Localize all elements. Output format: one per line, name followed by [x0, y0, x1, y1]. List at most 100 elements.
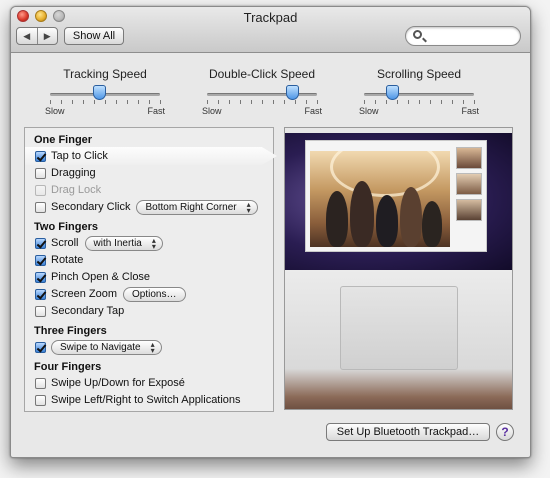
rotate-option[interactable]: Rotate — [35, 252, 83, 268]
expose-label: Swipe Up/Down for Exposé — [51, 377, 185, 389]
back-forward-control: ◀ ▶ — [16, 27, 58, 45]
expose-option[interactable]: Swipe Up/Down for Exposé — [35, 375, 185, 391]
trackpad-surface — [340, 286, 458, 370]
forward-arrow-icon[interactable]: ▶ — [36, 28, 58, 44]
show-all-button[interactable]: Show All — [64, 27, 124, 45]
search-field[interactable] — [405, 26, 521, 46]
secondary-click-checkbox[interactable] — [35, 201, 46, 213]
slider-tick — [218, 100, 219, 104]
gesture-preview-video — [284, 127, 513, 410]
slider-knob[interactable] — [286, 85, 300, 100]
slider-knob[interactable] — [386, 85, 400, 100]
slider-knob[interactable] — [93, 85, 106, 100]
screen-zoom-option[interactable]: Screen Zoom Options… — [35, 286, 186, 302]
secondary-click-popup[interactable]: Bottom Right Corner ▴ ▾ — [136, 199, 258, 215]
slider-track[interactable] — [207, 93, 317, 96]
tracking-speed-label: Tracking Speed — [63, 67, 147, 81]
slider-tick — [83, 100, 84, 104]
popup-arrows-icon: ▴ ▾ — [151, 235, 156, 251]
preview-macbook — [285, 270, 512, 409]
tap-to-click-label: Tap to Click — [51, 150, 108, 162]
switch-apps-option[interactable]: Swipe Left/Right to Switch Applications — [35, 392, 241, 408]
screen-zoom-options-button[interactable]: Options… — [123, 286, 186, 302]
two-fingers-heading: Two Fingers — [34, 221, 98, 233]
three-finger-swipe-checkbox[interactable] — [35, 341, 46, 353]
three-finger-swipe-option[interactable]: Swipe to Navigate ▴ ▾ — [35, 339, 162, 355]
photo-thumbnail — [456, 199, 482, 221]
secondary-click-popup-value: Bottom Right Corner — [145, 201, 237, 213]
scrolling-speed-label: Scrolling Speed — [376, 67, 462, 81]
slider-tick — [273, 100, 274, 104]
slow-label: Slow — [202, 106, 222, 116]
three-finger-swipe-popup[interactable]: Swipe to Navigate ▴ ▾ — [51, 339, 162, 355]
screen-zoom-checkbox[interactable] — [35, 288, 46, 300]
slider-tick — [105, 100, 106, 104]
secondary-click-option[interactable]: Secondary Click Bottom Right Corner ▴ ▾ — [35, 199, 258, 215]
slow-label: Slow — [45, 106, 65, 116]
slider-tick — [160, 100, 161, 104]
dragging-option[interactable]: Dragging — [35, 165, 96, 181]
photo-person — [350, 181, 374, 247]
scroll-popup[interactable]: with Inertia ▴ ▾ — [84, 235, 163, 251]
pinch-label: Pinch Open & Close — [51, 271, 151, 283]
scroll-label: Scroll — [51, 237, 79, 249]
slider-tick — [72, 100, 73, 104]
scroll-popup-value: with Inertia — [93, 237, 142, 249]
drag-lock-label: Drag Lock — [51, 184, 102, 196]
trackpad-window: Trackpad ◀ ▶ Show All Tracking Speed Slo… — [10, 6, 531, 458]
preview-photo — [310, 151, 450, 247]
screen-zoom-label: Screen Zoom — [51, 288, 118, 300]
back-arrow-icon[interactable]: ◀ — [17, 28, 37, 44]
drag-lock-option: Drag Lock — [35, 182, 101, 198]
preview-screen — [285, 128, 512, 270]
dragging-checkbox[interactable] — [35, 167, 46, 179]
preview-app-window — [305, 140, 487, 252]
slider-tick — [430, 100, 431, 104]
rotate-checkbox[interactable] — [35, 254, 46, 266]
tap-to-click-option[interactable]: Tap to Click — [35, 148, 108, 164]
tracking-speed-slider[interactable]: Tracking Speed Slow Fast — [45, 67, 165, 116]
slider-tick — [386, 100, 387, 104]
scrolling-speed-slider[interactable]: Scrolling Speed Slow Fast — [359, 67, 479, 116]
slider-tick — [61, 100, 62, 104]
window-title: Trackpad — [243, 10, 298, 25]
photo-person — [422, 201, 442, 247]
photo-person — [376, 195, 398, 247]
slider-tick — [317, 100, 318, 104]
four-fingers-heading: Four Fingers — [34, 361, 102, 373]
slider-tick — [364, 100, 365, 104]
three-fingers-heading: Three Fingers — [34, 325, 107, 337]
expose-checkbox[interactable] — [35, 377, 46, 389]
photo-thumbnail — [456, 147, 482, 169]
tap-to-click-checkbox[interactable] — [35, 150, 46, 162]
pinch-option[interactable]: Pinch Open & Close — [35, 269, 150, 285]
slider-track[interactable] — [364, 93, 474, 96]
search-input[interactable] — [428, 28, 516, 44]
scroll-option[interactable]: Scroll with Inertia ▴ ▾ — [35, 235, 163, 251]
scroll-checkbox[interactable] — [35, 237, 46, 249]
slider-tick — [240, 100, 241, 104]
slider-tick — [474, 100, 475, 104]
slider-tick — [419, 100, 420, 104]
slider-tick — [295, 100, 296, 104]
fast-label: Fast — [461, 106, 479, 116]
three-finger-swipe-popup-value: Swipe to Navigate — [60, 341, 141, 353]
slider-tick — [50, 100, 51, 104]
slider-tick — [452, 100, 453, 104]
slider-tick — [441, 100, 442, 104]
one-finger-heading: One Finger — [34, 134, 93, 146]
secondary-tap-label: Secondary Tap — [51, 305, 125, 317]
slider-tick — [138, 100, 139, 104]
fast-label: Fast — [304, 106, 322, 116]
setup-bluetooth-trackpad-button[interactable]: Set Up Bluetooth Trackpad… — [326, 423, 490, 441]
pinch-checkbox[interactable] — [35, 271, 46, 283]
popup-arrows-icon: ▴ ▾ — [246, 199, 251, 215]
slider-tick — [463, 100, 464, 104]
double-click-speed-slider[interactable]: Double-Click Speed Slow Fast — [202, 67, 322, 116]
help-icon[interactable]: ? — [496, 423, 514, 441]
slider-tick — [306, 100, 307, 104]
dragging-label: Dragging — [51, 167, 96, 179]
secondary-tap-checkbox[interactable] — [35, 305, 46, 317]
switch-apps-checkbox[interactable] — [35, 394, 46, 406]
secondary-tap-option[interactable]: Secondary Tap — [35, 303, 124, 319]
